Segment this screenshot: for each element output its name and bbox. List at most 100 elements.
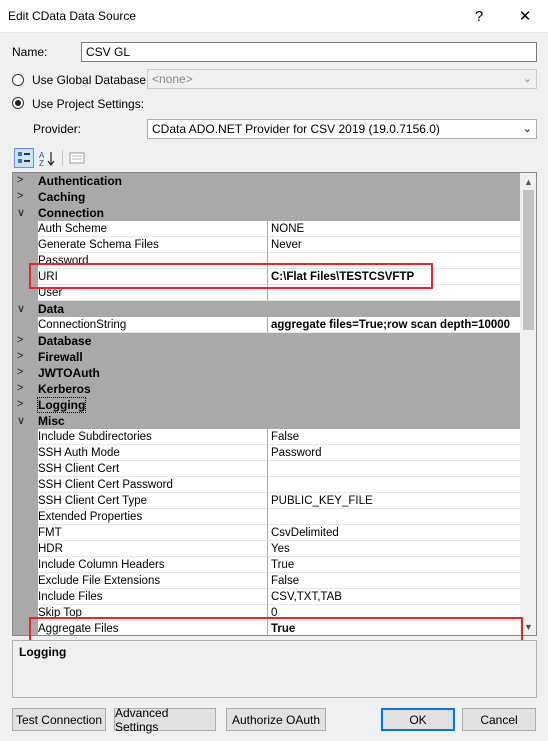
property-value[interactable]: CSV,TXT,TAB bbox=[267, 589, 520, 605]
close-button[interactable]: ✕ bbox=[502, 0, 548, 32]
property-value[interactable]: Password bbox=[267, 445, 520, 461]
property-value[interactable] bbox=[267, 461, 520, 477]
provider-label: Provider: bbox=[33, 122, 82, 136]
sort-alpha-icon: A Z bbox=[39, 151, 55, 166]
row-gutter bbox=[13, 429, 38, 445]
property-row[interactable]: HDR Yes bbox=[13, 541, 520, 557]
category-data[interactable]: ∨ Data bbox=[13, 301, 520, 317]
property-name: HDR bbox=[38, 541, 267, 557]
property-value[interactable]: False bbox=[267, 429, 520, 445]
category-label: Logging bbox=[36, 397, 87, 413]
category-label: JWTOAuth bbox=[38, 366, 100, 380]
property-row[interactable]: Include Subdirectories False bbox=[13, 429, 520, 445]
categorized-button[interactable] bbox=[14, 148, 34, 168]
property-row[interactable]: SSH Auth Mode Password bbox=[13, 445, 520, 461]
property-value[interactable]: Yes bbox=[267, 541, 520, 557]
category-kerberos[interactable]: > Kerberos bbox=[13, 381, 520, 397]
property-name: SSH Client Cert Password bbox=[38, 477, 267, 493]
property-row[interactable]: Exclude File Extensions False bbox=[13, 573, 520, 589]
global-database-label: Use Global Database: bbox=[32, 73, 150, 87]
global-database-value: <none> bbox=[152, 72, 193, 86]
property-name: Generate Schema Files bbox=[38, 237, 267, 253]
property-row[interactable]: Generate Schema Files Never bbox=[13, 237, 520, 253]
category-connection[interactable]: ∨ Connection bbox=[13, 205, 520, 221]
property-value[interactable]: True bbox=[267, 557, 520, 573]
category-logging[interactable]: > Logging bbox=[13, 397, 520, 413]
category-database[interactable]: > Database bbox=[13, 333, 520, 349]
name-field[interactable]: CSV GL bbox=[81, 42, 537, 62]
grid-scrollbar[interactable]: ▲ ▼ bbox=[520, 173, 536, 635]
cancel-button[interactable]: Cancel bbox=[462, 708, 536, 731]
row-gutter bbox=[13, 573, 38, 589]
property-value[interactable] bbox=[267, 509, 520, 525]
scroll-thumb[interactable] bbox=[523, 190, 534, 330]
chevron-down-icon: ⌄ bbox=[522, 73, 532, 85]
chevron-right-icon[interactable]: > bbox=[17, 382, 29, 394]
advanced-settings-button[interactable]: Advanced Settings bbox=[114, 706, 216, 734]
property-name: ConnectionString bbox=[38, 317, 267, 333]
property-row[interactable]: FMT CsvDelimited bbox=[13, 525, 520, 541]
property-value[interactable]: CsvDelimited bbox=[267, 525, 520, 541]
row-gutter bbox=[13, 541, 38, 557]
chevron-right-icon[interactable]: > bbox=[17, 190, 29, 202]
alphabetical-button[interactable]: A Z bbox=[37, 148, 57, 168]
property-row[interactable]: Extended Properties bbox=[13, 509, 520, 525]
property-name: SSH Client Cert bbox=[38, 461, 267, 477]
property-name: Include Files bbox=[38, 589, 267, 605]
property-value[interactable]: aggregate files=True;row scan depth=1000… bbox=[267, 317, 520, 333]
provider-combo[interactable]: CData ADO.NET Provider for CSV 2019 (19.… bbox=[147, 119, 537, 139]
chevron-down-icon[interactable]: ∨ bbox=[17, 302, 29, 315]
property-value[interactable]: NONE bbox=[267, 221, 520, 237]
category-label: Caching bbox=[38, 190, 86, 204]
property-value[interactable]: False bbox=[267, 573, 520, 589]
row-gutter bbox=[13, 237, 38, 253]
property-value[interactable]: PUBLIC_KEY_FILE bbox=[267, 493, 520, 509]
chevron-right-icon[interactable]: > bbox=[17, 334, 29, 346]
chevron-right-icon[interactable]: > bbox=[17, 350, 29, 362]
test-connection-button[interactable]: Test Connection bbox=[12, 708, 106, 731]
property-row[interactable]: Include Files CSV,TXT,TAB bbox=[13, 589, 520, 605]
project-settings-radio[interactable] bbox=[12, 97, 24, 109]
property-row[interactable]: SSH Client Cert bbox=[13, 461, 520, 477]
property-name: Extended Properties bbox=[38, 509, 267, 525]
description-title: Logging bbox=[19, 645, 67, 659]
row-gutter bbox=[13, 445, 38, 461]
row-gutter bbox=[13, 477, 38, 493]
property-row[interactable]: ConnectionString aggregate files=True;row… bbox=[13, 317, 520, 333]
scroll-up-icon[interactable]: ▲ bbox=[520, 173, 536, 190]
property-name: Exclude File Extensions bbox=[38, 573, 267, 589]
property-name: Include Subdirectories bbox=[38, 429, 267, 445]
property-row[interactable]: Include Column Headers True bbox=[13, 557, 520, 573]
help-button[interactable]: ? bbox=[456, 0, 502, 32]
property-name: Auth Scheme bbox=[38, 221, 267, 237]
category-authentication[interactable]: > Authentication bbox=[13, 173, 520, 189]
chevron-down-icon[interactable]: ∨ bbox=[17, 414, 29, 427]
category-jwtoauth[interactable]: > JWTOAuth bbox=[13, 365, 520, 381]
chevron-down-icon[interactable]: ∨ bbox=[17, 206, 29, 219]
property-name: SSH Client Cert Type bbox=[38, 493, 267, 509]
property-pages-button[interactable] bbox=[67, 148, 87, 168]
property-row[interactable]: SSH Client Cert Type PUBLIC_KEY_FILE bbox=[13, 493, 520, 509]
provider-value: CData ADO.NET Provider for CSV 2019 (19.… bbox=[152, 122, 440, 136]
category-label: Connection bbox=[38, 206, 104, 220]
property-row[interactable]: SSH Client Cert Password bbox=[13, 477, 520, 493]
authorize-oauth-button[interactable]: Authorize OAuth bbox=[226, 708, 326, 731]
category-misc[interactable]: ∨ Misc bbox=[13, 413, 520, 429]
chevron-right-icon[interactable]: > bbox=[17, 366, 29, 378]
category-firewall[interactable]: > Firewall bbox=[13, 349, 520, 365]
row-gutter bbox=[13, 221, 38, 237]
property-value[interactable]: Never bbox=[267, 237, 520, 253]
property-row[interactable]: Auth Scheme NONE bbox=[13, 221, 520, 237]
chevron-right-icon[interactable]: > bbox=[17, 398, 29, 410]
name-label: Name: bbox=[12, 45, 48, 59]
category-caching[interactable]: > Caching bbox=[13, 189, 520, 205]
global-database-radio[interactable] bbox=[12, 74, 24, 86]
title-bar: Edit CData Data Source ? ✕ bbox=[0, 0, 548, 33]
chevron-right-icon[interactable]: > bbox=[17, 174, 29, 186]
property-pages-icon bbox=[69, 152, 85, 164]
ok-button[interactable]: OK bbox=[381, 708, 455, 731]
row-gutter bbox=[13, 509, 38, 525]
property-value[interactable] bbox=[267, 477, 520, 493]
property-grid[interactable]: > Authentication > Caching ∨ Connection Auth S… bbox=[12, 172, 537, 636]
window-title: Edit CData Data Source bbox=[8, 9, 137, 23]
